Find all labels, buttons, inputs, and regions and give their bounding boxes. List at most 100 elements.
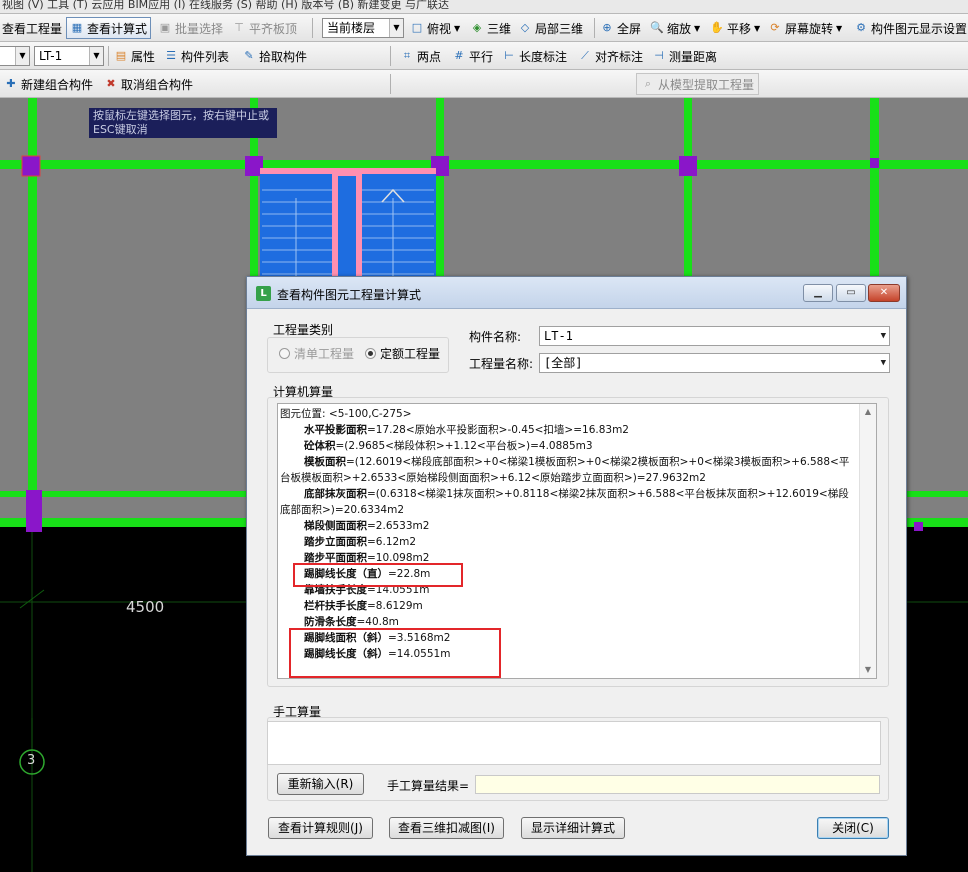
extract-from-model-label: 从模型提取工程量	[658, 77, 755, 92]
top-view-button[interactable]: □ 俯视 ▼	[410, 17, 460, 39]
radio-bill-label: 清单工程量	[294, 347, 355, 361]
quantity-name-label: 工程量名称:	[469, 357, 534, 371]
stair-center-gap	[338, 176, 356, 288]
properties-button[interactable]: ▤ 属性	[114, 45, 155, 67]
maximize-icon: ▭	[846, 287, 856, 298]
screen-rotate-button[interactable]: ⟳ 屏幕旋转 ▼	[768, 17, 842, 39]
close-window-button[interactable]: ✕	[868, 284, 900, 302]
component-type-select[interactable]: ▼	[0, 46, 30, 66]
radio-quota-quantity[interactable]: 定额工程量	[365, 345, 440, 362]
toolbar-main: 查看工程量 ▦ 查看计算式 ▣ 批量选择 ⊤ 平齐板顶 当前楼层 ▼ □ 俯视 ▼ ◈ 三维 …	[0, 14, 968, 42]
pick-component-label: 拾取构件	[259, 49, 308, 64]
top-view-label: 俯视	[427, 21, 452, 36]
view-3d-deduction-button[interactable]: 查看三维扣减图(I)	[389, 817, 504, 839]
canvas-tooltip: 按鼠标左键选择图元，按右键中止或ESC键取消	[89, 108, 277, 138]
toolbar-separator	[108, 46, 109, 66]
aligned-annotation-button[interactable]: ⟋ 对齐标注	[578, 45, 643, 67]
dialog-title: 查看构件图元工程量计算式	[277, 288, 422, 302]
menu-bar-text[interactable]: 视图 (V) 工具 (T) 云应用 BIM应用 (I) 在线服务 (S) 帮助 …	[2, 0, 449, 12]
view-formula-button[interactable]: ▦ 查看计算式	[66, 17, 152, 39]
component-name-combo[interactable]: LT-1 ▼	[539, 326, 890, 346]
settings-icon: ⚙	[856, 21, 866, 34]
component-list-label: 构件列表	[181, 49, 230, 64]
calc-line-label: 梯段侧面面积	[304, 520, 367, 532]
two-points-button[interactable]: ⌗ 两点	[400, 45, 441, 67]
component-select[interactable]: LT-1 ▼	[34, 46, 104, 66]
toolbar-component: ▼ LT-1 ▼ ▤ 属性 ☰ 构件列表 ✎ 拾取构件 ⌗ 两点 # 平行 ⊢ 长度标注 ⟋ 对…	[0, 42, 968, 70]
dialog-titlebar[interactable]: L 查看构件图元工程量计算式 ▁ ▭ ✕	[247, 277, 906, 309]
quantity-name-combo[interactable]: [全部] ▼	[539, 353, 890, 373]
new-group-icon: ✚	[6, 77, 16, 90]
batch-select-button[interactable]: ▣ 批量选择	[158, 17, 223, 39]
close-icon: ✕	[879, 287, 889, 298]
scroll-up-icon[interactable]: ▲	[860, 404, 876, 420]
measure-distance-button[interactable]: ⊣ 测量距离	[652, 45, 717, 67]
calc-line-value: =(12.6019<梯段底部面积>+0<梯梁1模板面积>+0<梯梁2模板面积>+…	[280, 456, 850, 484]
wall	[684, 98, 692, 278]
manual-result-label: 手工算量结果=	[387, 779, 470, 793]
chevron-down-icon: ▼	[389, 19, 403, 37]
calc-scrollbar[interactable]: ▲ ▼	[859, 404, 876, 678]
new-group-button[interactable]: ✚ 新建组合构件	[4, 73, 93, 95]
minimize-icon: ▁	[814, 287, 822, 298]
close-button[interactable]: 关闭(C)	[817, 817, 889, 839]
calc-line: 梯段侧面面积=2.6533m2	[280, 518, 858, 534]
manual-result-field[interactable]	[475, 775, 880, 794]
column	[914, 522, 923, 531]
partial-3d-button[interactable]: ◇ 局部三维	[518, 17, 583, 39]
reenter-button[interactable]: 重新输入(R)	[277, 773, 364, 795]
scroll-down-icon[interactable]: ▼	[860, 662, 876, 678]
component-list-button[interactable]: ☰ 构件列表	[164, 45, 229, 67]
pick-component-button[interactable]: ✎ 拾取构件	[242, 45, 307, 67]
top-view-icon: □	[411, 21, 423, 34]
radio-bill-quantity[interactable]: 清单工程量	[279, 345, 354, 362]
view-rules-button[interactable]: 查看计算规则(J)	[268, 817, 373, 839]
length-annotation-label: 长度标注	[519, 49, 568, 64]
current-floor-select[interactable]: 当前楼层 ▼	[322, 18, 404, 38]
cancel-group-icon: ✖	[106, 77, 116, 90]
pan-button[interactable]: ✋ 平移 ▼	[710, 17, 760, 39]
calc-line-label: 砼体积	[304, 440, 336, 452]
app-icon: L	[256, 286, 271, 301]
current-floor-value: 当前楼层	[327, 21, 376, 35]
minimize-button[interactable]: ▁	[803, 284, 833, 302]
show-detail-formula-button[interactable]: 显示详细计算式	[521, 817, 625, 839]
calc-line: 图元位置: <5-100,C-275>	[280, 406, 858, 422]
display-settings-button[interactable]: ⚙ 构件图元显示设置	[854, 17, 967, 39]
calc-line-label: 踏步立面面积	[304, 536, 367, 548]
parallel-icon: #	[454, 49, 464, 62]
measure-icon: ⊣	[654, 49, 664, 62]
chevron-down-icon: ▼	[880, 358, 886, 368]
component-select-value: LT-1	[39, 49, 63, 63]
manual-calc-input[interactable]	[267, 721, 881, 765]
properties-label: 属性	[131, 49, 156, 64]
calc-line-value: =(2.9685<梯段体积>+1.12<平台板>)=4.0885m3	[335, 440, 593, 452]
chevron-down-icon: ▼	[89, 47, 103, 65]
quantity-type-label: 工程量类别	[273, 323, 334, 337]
length-annotation-button[interactable]: ⊢ 长度标注	[502, 45, 567, 67]
calc-line-value: =6.12m2	[367, 536, 417, 548]
3d-view-button[interactable]: ◈ 三维	[470, 17, 511, 39]
zoom-button[interactable]: 🔍 缩放 ▼	[650, 17, 700, 39]
calc-line-label: 栏杆扶手长度	[304, 600, 367, 612]
3d-icon: ◈	[472, 21, 482, 34]
cancel-group-button[interactable]: ✖ 取消组合构件	[104, 73, 193, 95]
display-settings-label: 构件图元显示设置	[871, 21, 968, 36]
list-icon: ☰	[166, 49, 176, 62]
parallel-button[interactable]: # 平行	[452, 45, 493, 67]
view-formula-label: 查看计算式	[87, 21, 148, 36]
fullscreen-label: 全屏	[617, 21, 642, 36]
view-quantity-button[interactable]: 查看工程量	[2, 17, 62, 39]
quantity-formula-dialog: L 查看构件图元工程量计算式 ▁ ▭ ✕ 工程量类别 清单工程量 定额工程量 构…	[246, 276, 907, 856]
extract-from-model-button[interactable]: ⌕ 从模型提取工程量	[636, 73, 760, 95]
maximize-button[interactable]: ▭	[836, 284, 866, 302]
fullscreen-button[interactable]: ⊕ 全屏	[600, 17, 641, 39]
calc-line-label: 模板面积	[304, 456, 346, 468]
toolbar-separator	[390, 46, 391, 66]
component-name-label: 构件名称:	[469, 330, 522, 344]
toolbar-separator	[312, 18, 313, 38]
align-slab-top-button[interactable]: ⊤ 平齐板顶	[232, 17, 297, 39]
calc-line: 水平投影面积=17.28<原始水平投影面积>-0.45<扣墙>=16.83m2	[280, 422, 858, 438]
radio-circle	[279, 348, 290, 359]
calc-line-label: 图元位置:	[280, 408, 326, 420]
